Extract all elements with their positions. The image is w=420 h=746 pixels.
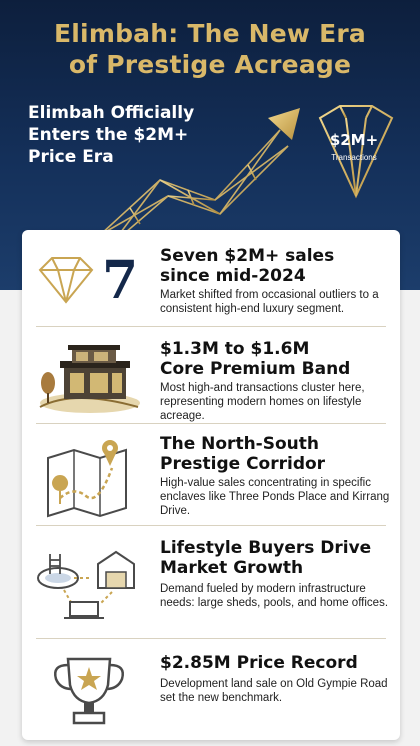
diamond-icon (38, 257, 94, 304)
list-item: $2.85M Price Record Development land sal… (22, 639, 400, 739)
sales-count: 7 (102, 250, 139, 311)
item-title: The North-South Prestige Corridor (160, 434, 326, 474)
badge-value: $2M+ (329, 131, 379, 149)
item-description: Demand fueled by modern infrastructure n… (160, 583, 389, 609)
hero-subtitle: Elimbah Officially Enters the $2M+ Price… (28, 103, 195, 167)
list-item: $1.3M to $1.6M Core Premium Band Most hi… (22, 327, 400, 423)
diamond-badge-icon (318, 105, 394, 199)
facts-card: 7 Seven $2M+ sales since mid-2024 Market… (22, 230, 400, 740)
item-title: Seven $2M+ sales since mid-2024 (160, 246, 335, 286)
list-item: 7 Seven $2M+ sales since mid-2024 Market… (22, 230, 400, 326)
item-title: $1.3M to $1.6M Core Premium Band (160, 339, 351, 379)
page-title: Elimbah: The New Era of Prestige Acreage (54, 19, 366, 79)
modern-house-icon (39, 345, 140, 413)
list-item: The North-South Prestige Corridor High-v… (22, 424, 400, 524)
item-title: Lifestyle Buyers Drive Market Growth (160, 538, 372, 578)
item-description: High-value sales concentrating in specif… (160, 477, 390, 517)
lifestyle-amenities-icon (37, 550, 135, 619)
list-item: Lifestyle Buyers Drive Market Growth Dem… (22, 526, 400, 638)
badge-label: Transactions (331, 153, 377, 162)
item-title: $2.85M Price Record (160, 653, 358, 673)
map-pin-icon (47, 440, 127, 518)
item-description: Most high-and transactions cluster here,… (160, 382, 365, 422)
item-description: Market shifted from occasional outliers … (160, 289, 379, 315)
item-description: Development land sale on Old Gympie Road… (160, 678, 388, 704)
trophy-icon (54, 657, 124, 725)
